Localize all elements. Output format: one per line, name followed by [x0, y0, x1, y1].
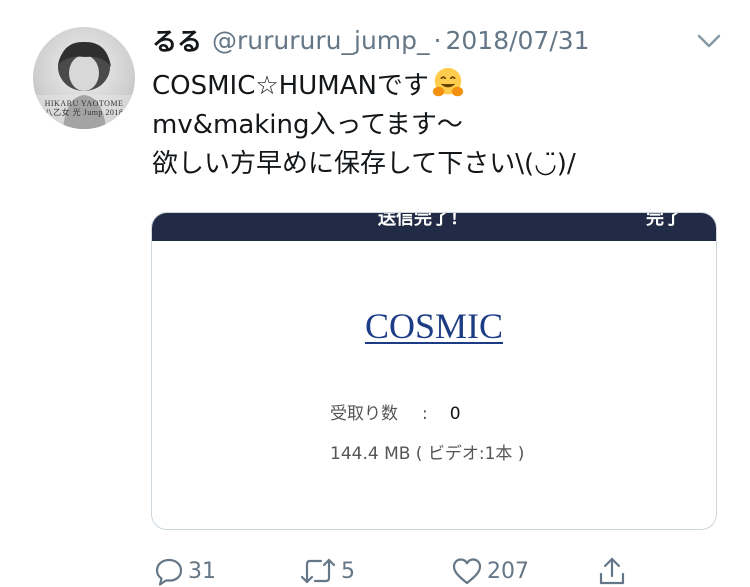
reply-icon: [155, 558, 183, 586]
received-count-row: 受取り数: 0: [330, 399, 461, 424]
more-caret-icon[interactable]: [694, 28, 724, 54]
retweet-button[interactable]: 5: [299, 555, 355, 587]
tweet-date[interactable]: 2018/07/31: [445, 26, 589, 55]
reply-button[interactable]: 31: [154, 555, 216, 587]
top-bar-done-text: 完了: [646, 213, 682, 229]
tweet-text-line-1: COSMIC☆HUMANです: [152, 66, 732, 106]
tweet-header: るる @rurururu_jump_ · 2018/07/31: [152, 22, 590, 58]
received-value: 0: [449, 404, 461, 424]
avatar[interactable]: HIKARU YAOTOME 八乙女 光 Jump 2018: [33, 27, 135, 129]
tweet-text: COSMIC☆HUMANです mv&making入ってます〜 欲しい方早めに保存…: [152, 66, 732, 184]
display-name[interactable]: るる: [152, 22, 202, 58]
retweet-icon: [300, 558, 336, 584]
media-card[interactable]: 送信完了！ 完了 COSMIC 受取り数: 0 144.4 MB ( ビデオ:1本…: [151, 212, 717, 530]
reply-count: 31: [188, 558, 216, 584]
tweet-text-line-2: mv&making入ってます〜: [152, 110, 463, 140]
like-count: 207: [487, 558, 529, 584]
cosmic-link[interactable]: COSMIC: [152, 305, 716, 347]
separator-dot: ·: [433, 25, 442, 55]
retweet-count: 5: [341, 558, 355, 584]
share-icon: [599, 557, 625, 585]
like-button[interactable]: 207: [451, 555, 529, 587]
avatar-caption: HIKARU YAOTOME 八乙女 光 Jump 2018: [44, 99, 124, 117]
tweet-text-line-3: 欲しい方早めに保存して下さい\(◡̈)/: [152, 149, 576, 179]
user-handle[interactable]: @rurururu_jump_: [212, 26, 430, 55]
received-colon: :: [422, 404, 428, 424]
like-icon: [452, 558, 482, 585]
top-bar-status-text: 送信完了！: [378, 213, 468, 229]
hugging-face-emoji: [432, 67, 464, 97]
share-button[interactable]: [597, 555, 631, 587]
file-size-row: 144.4 MB ( ビデオ:1本 ): [330, 444, 525, 464]
card-top-bar: 送信完了！ 完了: [152, 213, 716, 241]
received-label: 受取り数: [330, 404, 398, 424]
